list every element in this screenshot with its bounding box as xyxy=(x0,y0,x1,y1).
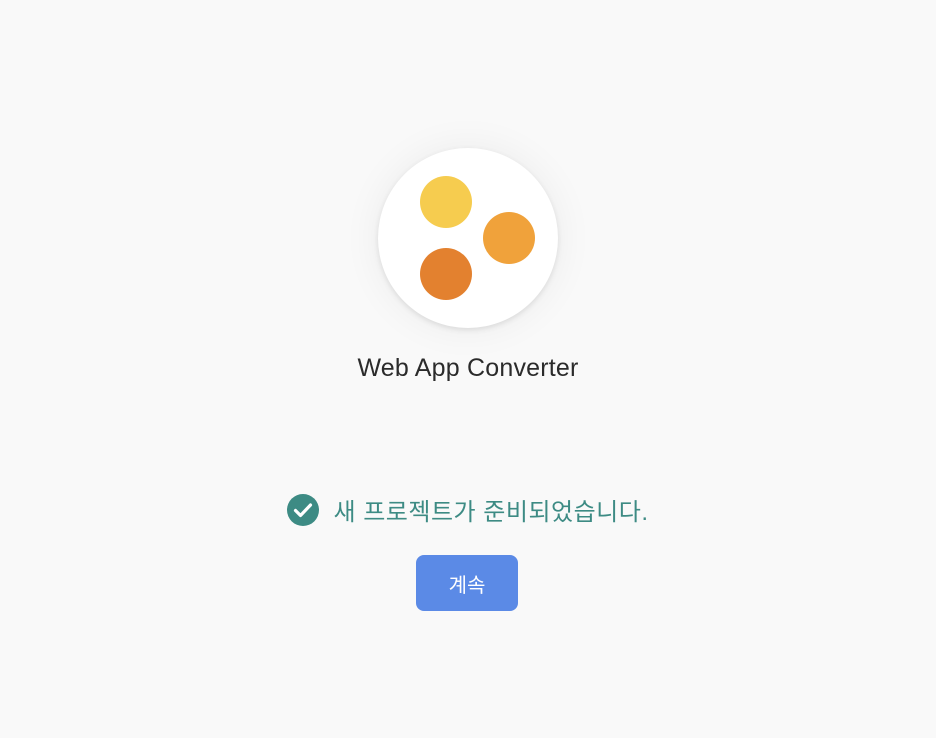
app-title: Web App Converter xyxy=(357,354,579,382)
logo-dot-dark-orange xyxy=(420,248,472,300)
setup-complete-screen: Web App Converter 새 프로젝트가 준비되었습니다. 계속 xyxy=(0,0,936,738)
check-circle-icon xyxy=(287,493,320,526)
continue-button[interactable]: 계속 xyxy=(416,555,518,611)
logo-dot-yellow xyxy=(420,176,472,228)
logo-dot-orange xyxy=(483,212,535,264)
status-message: 새 프로젝트가 준비되었습니다. xyxy=(333,499,649,526)
status-row: 새 프로젝트가 준비되었습니다. xyxy=(0,492,936,527)
app-logo xyxy=(378,148,558,328)
